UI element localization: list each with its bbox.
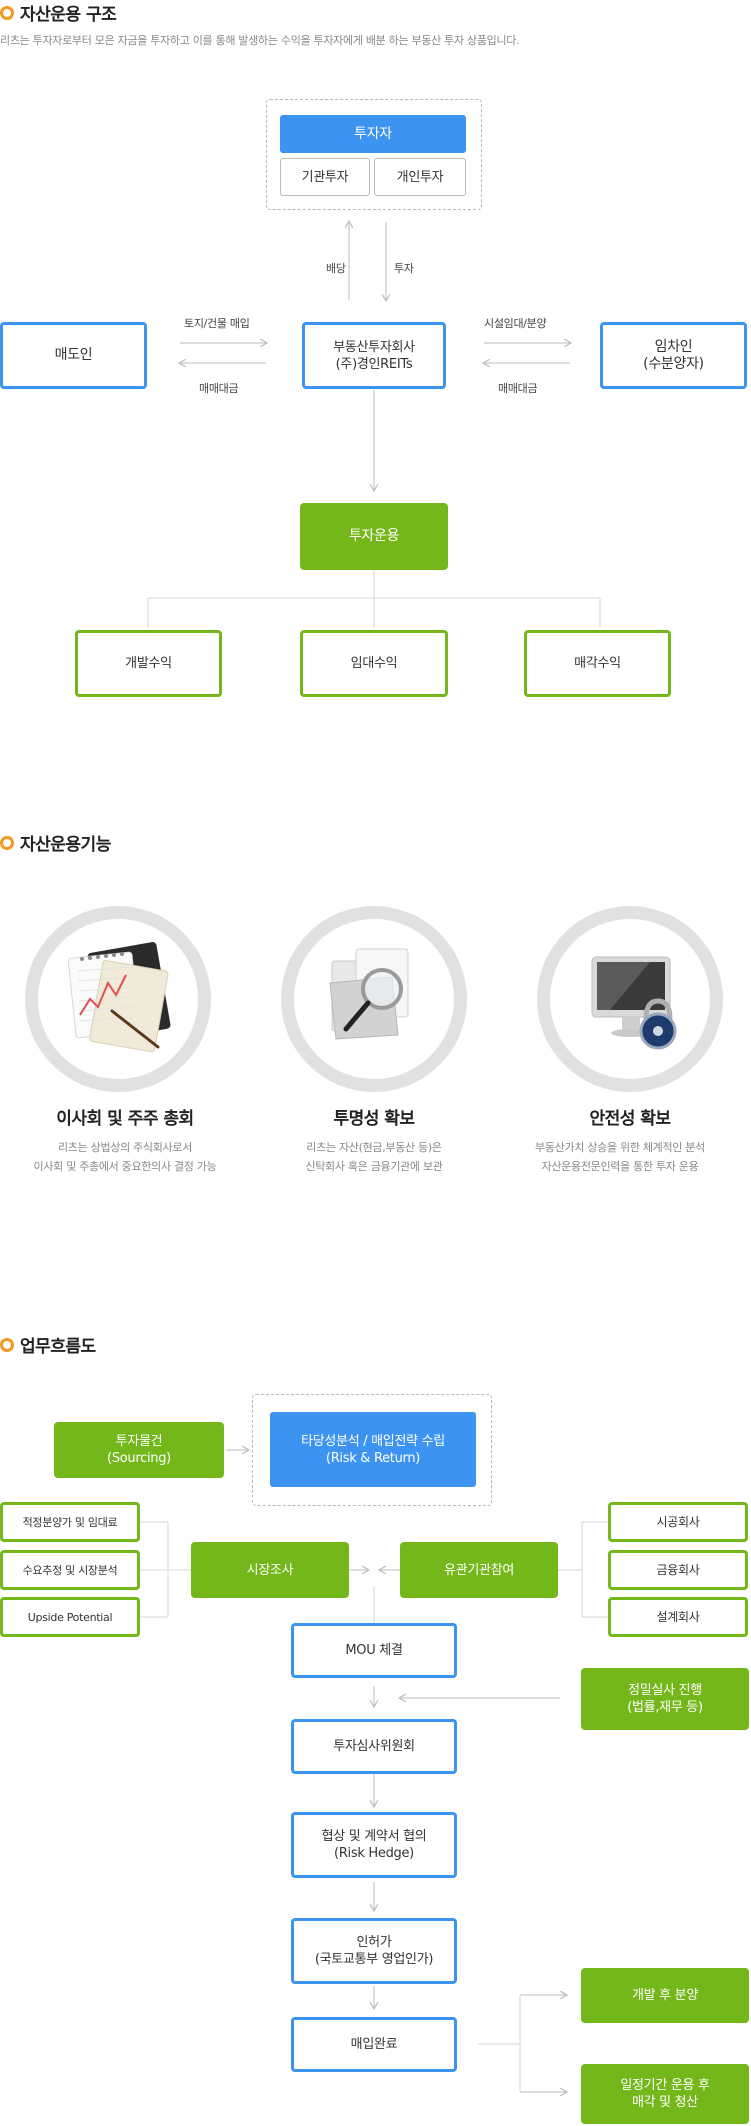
right-item-construction: 시공회사	[608, 1502, 748, 1542]
right-item-design: 설계회사	[608, 1597, 748, 1637]
institution-participation-box: 유관기관참여	[400, 1542, 558, 1598]
left-item-upside: Upside Potential	[0, 1597, 140, 1637]
left-item-price: 적정분양가 및 임대료	[0, 1502, 140, 1542]
mou-box: MOU 체결	[291, 1623, 457, 1678]
market-research-box: 시장조사	[191, 1542, 349, 1598]
right-item-finance: 금융회사	[608, 1550, 748, 1590]
long-term-operation-box: 일정기간 운용 후 매각 및 청산	[581, 2064, 749, 2124]
negotiation-box: 협상 및 계약서 협의 (Risk Hedge)	[291, 1812, 457, 1878]
due-diligence-box: 정밀실사 진행 (법률,재무 등)	[581, 1668, 749, 1730]
sourcing-box: 투자물건 (Sourcing)	[54, 1422, 224, 1478]
workflow-connectors	[140, 0, 608, 2126]
left-item-demand: 수요추정 및 시장분석	[0, 1550, 140, 1590]
development-sale-box: 개발 후 분양	[581, 1968, 749, 2023]
permit-box: 인허가 (국토교통부 영업인가)	[291, 1918, 457, 1984]
feasibility-box: 타당성분석 / 매입전략 수립 (Risk & Return)	[270, 1412, 476, 1487]
purchase-complete-box: 매입완료	[291, 2017, 457, 2072]
investment-committee-box: 투자심사위원회	[291, 1719, 457, 1774]
